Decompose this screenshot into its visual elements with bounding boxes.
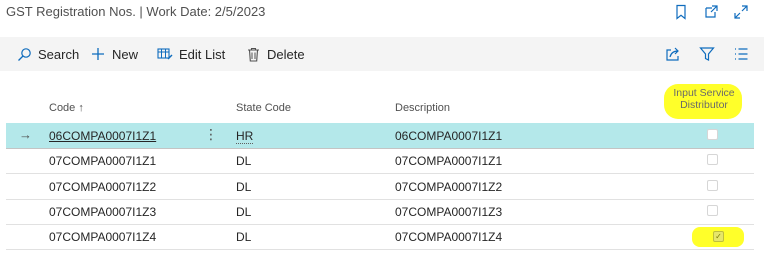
column-header-input-service-distributor-label: Input Service Distributor: [673, 87, 735, 111]
row-code[interactable]: 07COMPA0007I1Z4: [49, 230, 156, 244]
row-selected-arrow-icon: →: [19, 127, 32, 142]
action-bar: Search New Edit List Delete: [0, 37, 764, 71]
plus-icon: [90, 46, 106, 62]
table-row[interactable]: 07COMPA0007I1Z3 DL 07COMPA0007I1Z3: [6, 199, 754, 225]
title-bar: GST Registration Nos. | Work Date: 2/5/2…: [0, 0, 764, 32]
row-menu-icon[interactable]: ⋮: [204, 126, 218, 143]
row-state-code: DL: [236, 180, 252, 194]
row-state-code: DL: [236, 205, 252, 219]
row-description: 07COMPA0007I1Z1: [395, 154, 503, 168]
search-button-label: Search: [38, 46, 80, 62]
expand-icon[interactable]: [732, 3, 750, 21]
list-view-icon[interactable]: [732, 45, 750, 63]
row-description: 07COMPA0007I1Z2: [395, 180, 503, 194]
list-tools: [664, 45, 750, 63]
new-button-label: New: [112, 46, 139, 62]
input-service-distributor-checkbox-checked[interactable]: ✓: [713, 231, 724, 242]
share-icon[interactable]: [664, 45, 682, 63]
delete-button-label: Delete: [267, 46, 305, 62]
column-header-input-service-distributor[interactable]: Input Service Distributor: [664, 84, 742, 119]
input-service-distributor-checkbox[interactable]: [707, 180, 718, 191]
input-service-distributor-checkbox[interactable]: [707, 129, 718, 140]
column-header-description[interactable]: Description: [395, 102, 450, 114]
trash-icon: [245, 46, 261, 62]
input-service-distributor-checkbox[interactable]: [707, 205, 718, 216]
new-button[interactable]: New: [90, 37, 138, 71]
yellow-highlight: ✓: [692, 227, 744, 247]
edit-list-icon: [157, 46, 173, 62]
row-description: 06COMPA0007I1Z1: [395, 129, 503, 143]
column-header-state-code[interactable]: State Code: [236, 102, 291, 114]
delete-button[interactable]: Delete: [245, 37, 305, 71]
table-row[interactable]: 07COMPA0007I1Z2 DL 07COMPA0007I1Z2: [6, 174, 754, 200]
table-row[interactable]: 07COMPA0007I1Z4 DL 07COMPA0007I1Z4 ✓: [6, 224, 754, 250]
row-description: 07COMPA0007I1Z3: [395, 205, 503, 219]
row-code[interactable]: 07COMPA0007I1Z3: [49, 205, 156, 219]
filter-icon[interactable]: [698, 45, 716, 63]
window-controls: [672, 3, 750, 21]
table-header: Code ↑ State Code Description: [0, 84, 764, 122]
edit-list-button-label: Edit List: [179, 46, 226, 62]
row-description: 07COMPA0007I1Z4: [395, 230, 503, 244]
row-code[interactable]: 06COMPA0007I1Z1: [49, 129, 156, 143]
table-row[interactable]: → 06COMPA0007I1Z1 ⋮ HR 06COMPA0007I1Z1: [6, 123, 754, 149]
search-icon: [16, 46, 32, 62]
row-state-code: DL: [236, 230, 252, 244]
row-code[interactable]: 07COMPA0007I1Z1: [49, 154, 156, 168]
row-state-code: DL: [236, 154, 252, 168]
edit-list-button[interactable]: Edit List: [157, 37, 225, 71]
table-row[interactable]: 07COMPA0007I1Z1 DL 07COMPA0007I1Z1: [6, 148, 754, 174]
bookmark-icon[interactable]: [672, 3, 690, 21]
page-title: GST Registration Nos. | Work Date: 2/5/2…: [6, 4, 266, 19]
row-code[interactable]: 07COMPA0007I1Z2: [49, 180, 156, 194]
column-header-code[interactable]: Code ↑: [49, 102, 84, 114]
open-new-window-icon[interactable]: [702, 3, 720, 21]
row-state-code[interactable]: HR: [236, 129, 254, 144]
input-service-distributor-checkbox[interactable]: [707, 154, 718, 165]
search-button[interactable]: Search: [16, 37, 79, 71]
